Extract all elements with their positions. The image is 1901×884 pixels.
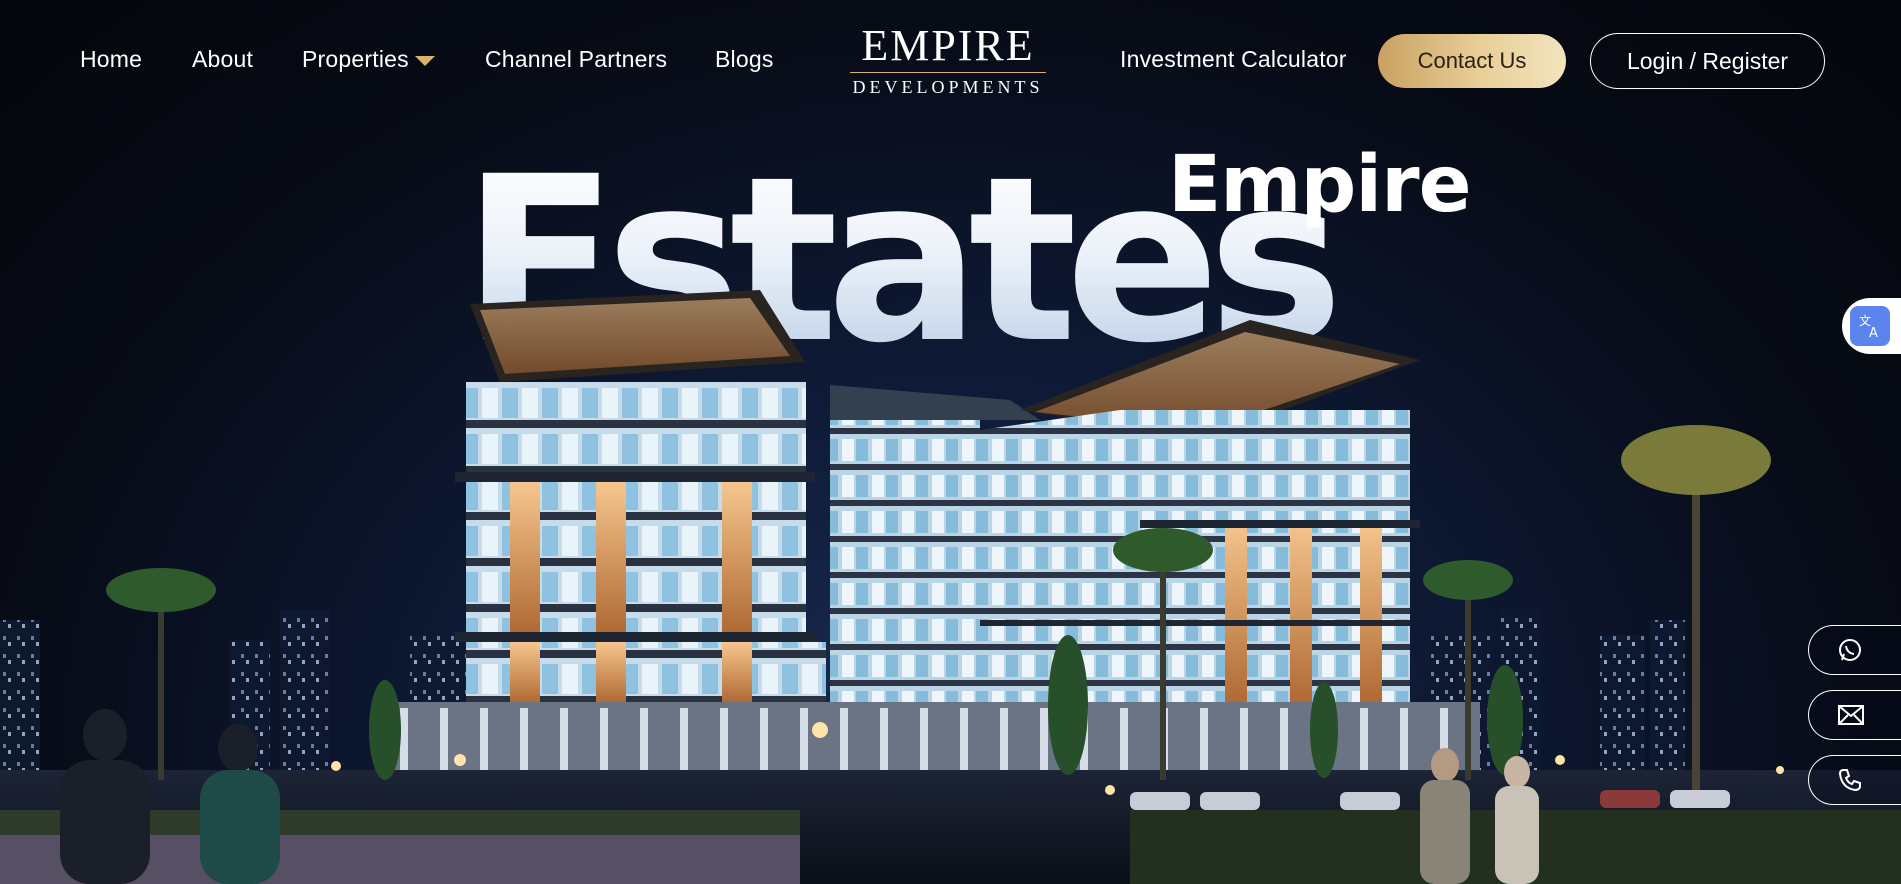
hero-title-empire: Empire	[1168, 140, 1471, 230]
translate-button[interactable]: 文 A	[1842, 298, 1901, 354]
nav-properties[interactable]: Properties	[302, 46, 435, 73]
mail-icon	[1838, 705, 1864, 725]
hero-section: Home About Properties Channel Partners B…	[0, 0, 1901, 884]
nav-blogs[interactable]: Blogs	[715, 46, 774, 73]
contact-us-button[interactable]: Contact Us	[1378, 34, 1566, 88]
empire-logo[interactable]: EMPIRE DEVELOPMENTS	[848, 24, 1048, 98]
svg-text:A: A	[1869, 326, 1878, 340]
translate-icon: 文 A	[1850, 306, 1890, 346]
logo-subtitle: DEVELOPMENTS	[852, 77, 1044, 97]
caret-down-icon	[414, 55, 435, 66]
nav-about[interactable]: About	[192, 46, 253, 73]
phone-icon	[1838, 769, 1861, 792]
login-register-button[interactable]: Login / Register	[1590, 33, 1825, 89]
building-render-image	[0, 290, 1901, 884]
phone-button[interactable]	[1808, 755, 1901, 805]
main-navigation: Home About Properties Channel Partners B…	[0, 0, 1901, 122]
nav-properties-label: Properties	[302, 46, 409, 72]
nav-home[interactable]: Home	[80, 46, 142, 73]
whatsapp-icon	[1839, 639, 1861, 661]
email-button[interactable]	[1808, 690, 1901, 740]
logo-wordmark: EMPIRE	[861, 21, 1035, 70]
nav-investment-calculator[interactable]: Investment Calculator	[1120, 46, 1347, 73]
nav-channel-partners[interactable]: Channel Partners	[485, 46, 667, 73]
whatsapp-button[interactable]	[1808, 625, 1901, 675]
logo-divider	[850, 72, 1046, 73]
